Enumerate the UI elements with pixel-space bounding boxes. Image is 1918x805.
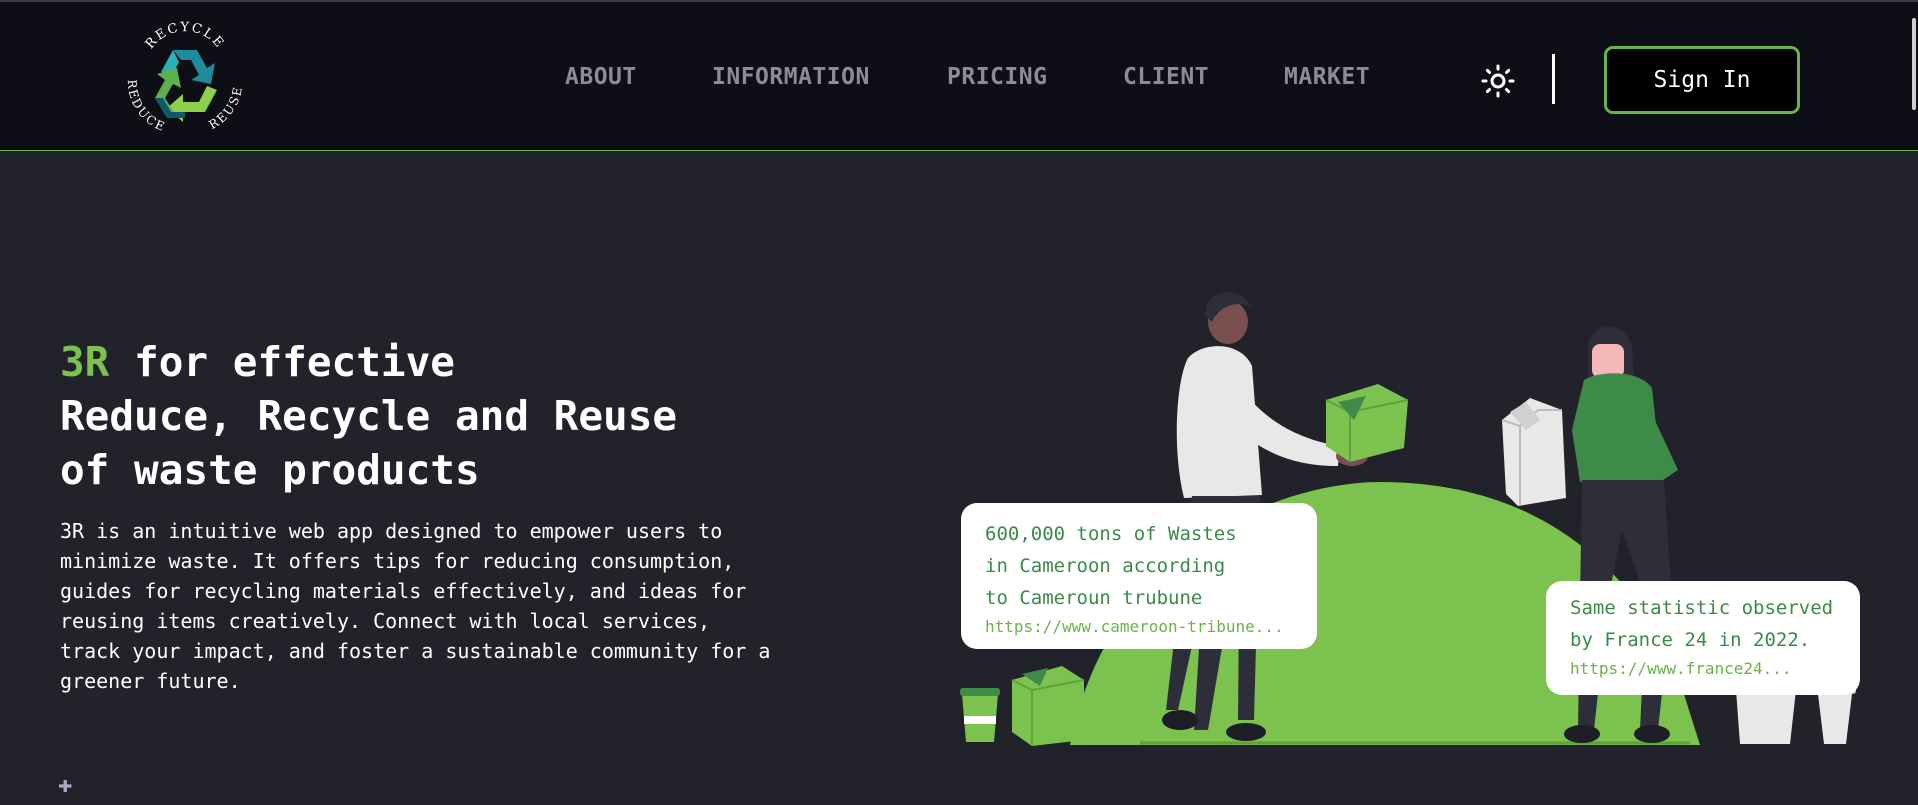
- sign-in-button[interactable]: Sign In: [1604, 46, 1800, 114]
- stat-text-line: 600,000 tons of Wastes: [985, 523, 1237, 545]
- stat-card-cameroon: 600,000 tons of Wastes in Cameroon accor…: [961, 503, 1317, 649]
- hero-title-accent: 3R: [60, 338, 110, 386]
- stat-text-line: by France 24 in 2022.: [1570, 629, 1811, 651]
- svg-text:RECYCLE: RECYCLE: [143, 20, 228, 52]
- hero-title: 3R for effective Reduce, Recycle and Reu…: [60, 335, 760, 497]
- nav-link-market[interactable]: MARKET: [1284, 64, 1370, 90]
- scrollbar-thumb[interactable]: [1912, 18, 1916, 110]
- hero-description: 3R is an intuitive web app designed to e…: [60, 519, 771, 693]
- nav-divider: [1552, 54, 1555, 104]
- nav-link-about[interactable]: ABOUT: [565, 64, 637, 90]
- theme-toggle-button[interactable]: [1481, 64, 1515, 98]
- stat-source-link[interactable]: https://www.france24...: [1570, 659, 1792, 678]
- nav-link-pricing[interactable]: PRICING: [947, 64, 1047, 90]
- stat-text-line: Same statistic observed: [1570, 597, 1834, 619]
- hero-title-line1: for effective: [109, 338, 455, 386]
- hero-title-line3: of waste products: [60, 446, 480, 494]
- stat-source-link[interactable]: https://www.cameroon-tribune...: [985, 617, 1284, 636]
- nav-link-client[interactable]: CLIENT: [1123, 64, 1209, 90]
- stat-text-line: to Cameroun trubune: [985, 587, 1203, 609]
- stat-card-france24: Same statistic observed by France 24 in …: [1546, 581, 1860, 695]
- recycle-logo-icon: RECYCLE REDUCE REUSE: [125, 20, 243, 134]
- sun-icon: [1481, 64, 1515, 98]
- hero-title-line2: Reduce, Recycle and Reuse: [60, 392, 678, 440]
- stat-text-line: in Cameroon according: [985, 555, 1226, 577]
- plus-icon[interactable]: ✚: [58, 772, 72, 796]
- recycle-logo[interactable]: RECYCLE REDUCE REUSE: [118, 16, 252, 138]
- navbar: RECYCLE REDUCE REUSE ABOUT INFORMATION P…: [0, 0, 1918, 151]
- nav-link-information[interactable]: INFORMATION: [712, 64, 870, 90]
